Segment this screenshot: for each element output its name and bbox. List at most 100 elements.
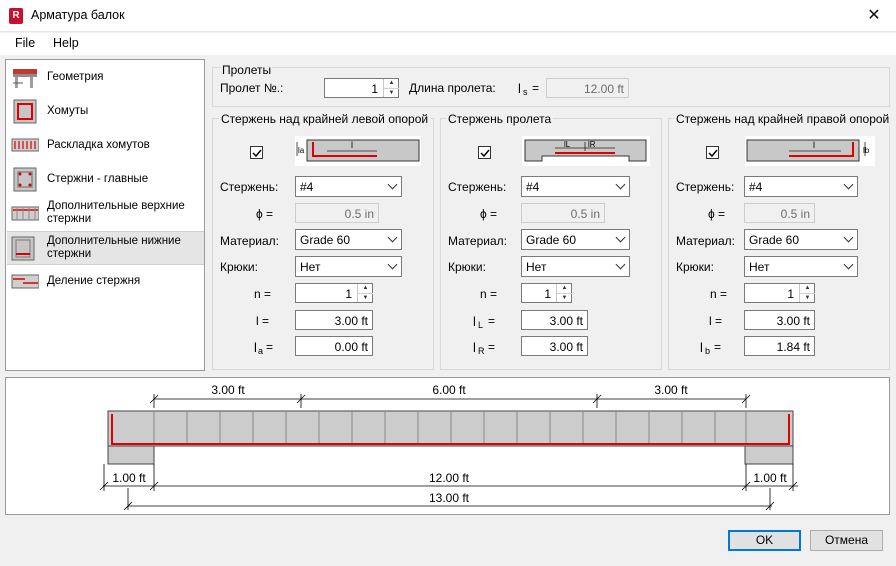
span-no-stepper[interactable]: 1 ▲ ▼ (324, 78, 399, 98)
span-hooks-select[interactable]: Нет (521, 256, 630, 277)
left-n-label: n = (254, 287, 272, 301)
chevron-down-icon (615, 232, 626, 243)
chevron-down-icon (387, 259, 398, 270)
spin-up-icon[interactable]: ▲ (358, 284, 373, 293)
dim-left-bar: 3.00 ft (211, 383, 245, 397)
nav-item-label: Дополнительные нижние стержни (47, 235, 181, 260)
ls-field: 12.00 ft (546, 78, 629, 98)
left-support-diagram: l la (295, 136, 421, 166)
lr-sub: R (478, 346, 485, 356)
left-support-checkbox[interactable] (250, 146, 263, 159)
left-hooks-value: Нет (300, 260, 321, 274)
right-n-stepper[interactable]: 1 ▲ ▼ (744, 283, 815, 303)
right-bar-label: Стержень: (676, 180, 735, 194)
span-hooks-label: Крюки: (448, 260, 486, 274)
left-n-value: 1 (345, 287, 352, 301)
nav-item-label: Геометрия (47, 71, 104, 83)
left-phi-label: ϕ = (256, 207, 274, 221)
right-support-diagram: l lb (745, 136, 875, 166)
nav-item-main-bars[interactable]: Стержни - главные (7, 163, 204, 197)
span-lr-field[interactable]: 3.00 ft (521, 336, 588, 356)
span-bar-label: Стержень: (448, 180, 507, 194)
right-support-title: Стержень над крайней правой опорой (674, 112, 892, 126)
ok-button[interactable]: OK (728, 530, 801, 551)
nav-item-bottom-bars[interactable]: Дополнительные нижние стержни (7, 231, 204, 265)
beam-drawing: 3.00 ft 6.00 ft 3.00 ft 1.00 ft 12.00 ft… (99, 383, 798, 511)
dim-mid: 6.00 ft (432, 383, 466, 397)
right-hooks-select[interactable]: Нет (744, 256, 858, 277)
diagram-l-label: l (813, 140, 815, 150)
left-la-field[interactable]: 0.00 ft (295, 336, 373, 356)
span-bar-title: Стержень пролета (446, 112, 554, 126)
spin-up-icon[interactable]: ▲ (384, 79, 399, 88)
ll-label: l (473, 314, 476, 329)
span-material-value: Grade 60 (526, 233, 577, 247)
span-ll-field[interactable]: 3.00 ft (521, 310, 588, 330)
left-l-label: l = (256, 314, 270, 328)
nav-item-stirrups[interactable]: Хомуты (7, 95, 204, 129)
nav-item-geometry[interactable]: Геометрия (7, 61, 204, 95)
chevron-down-icon (615, 179, 626, 190)
ls-value: 12.00 ft (583, 82, 624, 96)
nav-item-top-bars[interactable]: Дополнительные верхние стержни (7, 197, 204, 231)
right-hooks-label: Крюки: (676, 260, 714, 274)
right-phi-field: 0.5 in (744, 203, 815, 223)
close-button[interactable]: ✕ (852, 0, 896, 32)
checkmark-icon (252, 149, 262, 158)
chevron-down-icon (843, 259, 854, 270)
ll-eq: = (488, 314, 496, 328)
title-bar: R Арматура балок ✕ (0, 0, 896, 32)
spin-down-icon[interactable]: ▼ (800, 293, 815, 302)
ll-sub: L (478, 320, 484, 330)
chevron-down-icon (387, 232, 398, 243)
chevron-down-icon (843, 179, 854, 190)
nav-item-stirrup-layout[interactable]: Раскладка хомутов (7, 129, 204, 163)
right-bar-value: #4 (749, 180, 763, 194)
span-bar-select[interactable]: #4 (521, 176, 630, 197)
span-no-label: Пролет №.: (220, 81, 284, 95)
lr-eq: = (488, 340, 496, 354)
right-material-label: Материал: (676, 234, 735, 248)
right-bar-select[interactable]: #4 (744, 176, 858, 197)
left-material-select[interactable]: Grade 60 (295, 229, 402, 250)
cancel-button[interactable]: Отмена (810, 530, 883, 551)
diagram-l-label: l (351, 140, 353, 150)
spin-down-icon[interactable]: ▼ (384, 88, 399, 97)
span-n-value: 1 (544, 287, 551, 301)
left-l-field[interactable]: 3.00 ft (295, 310, 373, 330)
span-phi-label: ϕ = (480, 207, 498, 221)
spin-down-icon[interactable]: ▼ (358, 293, 373, 302)
right-lb-field[interactable]: 1.84 ft (744, 336, 815, 356)
menu-help[interactable]: Help (53, 36, 79, 50)
diagram-lb-label: lb (863, 146, 870, 155)
beam-geometry-icon (13, 69, 37, 88)
span-bar-diagram: lL lR (522, 136, 650, 166)
right-support-checkbox[interactable] (706, 146, 719, 159)
left-bar-select[interactable]: #4 (295, 176, 402, 197)
spin-down-icon[interactable]: ▼ (557, 293, 572, 302)
beam-preview: 3.00 ft 6.00 ft 3.00 ft 1.00 ft 12.00 ft… (5, 377, 890, 515)
span-ll-value: 3.00 ft (549, 314, 583, 328)
left-bar-label: Стержень: (220, 180, 279, 194)
right-material-value: Grade 60 (749, 233, 800, 247)
ls-label: l (518, 81, 521, 96)
right-lb-value: 1.84 ft (776, 340, 810, 354)
menu-file[interactable]: File (15, 36, 35, 50)
left-n-stepper[interactable]: 1 ▲ ▼ (295, 283, 373, 303)
main-bars-icon (13, 167, 37, 192)
la-label: l (254, 340, 257, 355)
chevron-down-icon (387, 179, 398, 190)
right-l-field[interactable]: 3.00 ft (744, 310, 815, 330)
right-material-select[interactable]: Grade 60 (744, 229, 858, 250)
spin-up-icon[interactable]: ▲ (800, 284, 815, 293)
span-material-select[interactable]: Grade 60 (521, 229, 630, 250)
span-n-stepper[interactable]: 1 ▲ ▼ (521, 283, 572, 303)
ls-sub: s (523, 87, 528, 97)
checkmark-icon (480, 149, 490, 158)
span-bar-checkbox[interactable] (478, 146, 491, 159)
nav-item-bar-split[interactable]: Деление стержня (7, 265, 204, 299)
nav-item-label: Стержни - главные (47, 173, 149, 185)
left-hooks-select[interactable]: Нет (295, 256, 402, 277)
checkmark-icon (708, 149, 718, 158)
spin-up-icon[interactable]: ▲ (557, 284, 572, 293)
